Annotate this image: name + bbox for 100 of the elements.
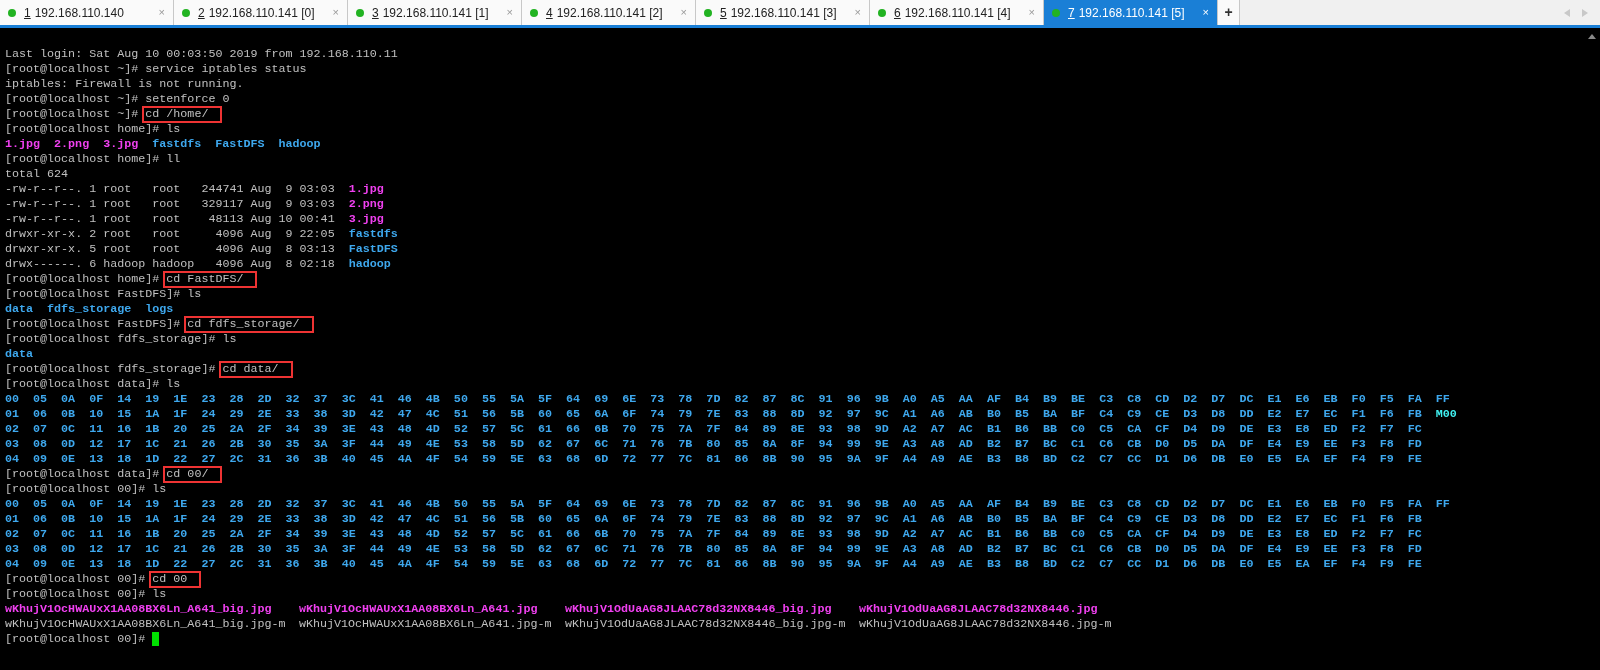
session-tab[interactable]: 3 192.168.110.141 [1] × (348, 0, 522, 25)
file-name: 04 09 0E 13 18 1D 22 27 2C 31 36 3B 40 45 4A 4F 54 59 5E 63 68 6D 72 77 7C 81 86 8B 90 95 9A 9F A4 A9 AE B3 B8 BD C2 C7 CC D1 D6 DB E0 E5 EA EF F4 F9 FE (5, 557, 1422, 571)
shell-command: cd 00/ (163, 466, 223, 483)
close-button[interactable]: × (506, 4, 513, 21)
file-name: 02 07 0C 11 16 1B 20 25 2A 2F 34 39 3E 43 48 4D 52 57 5C 61 66 6B 70 75 7A 7F 84 89 8E 93 98 9D A2 A7 AC B1 B6 BB C0 C5 CA CF D4 D9 DE E3 E8 ED F2 F7 FC (5, 422, 1422, 436)
session-tab[interactable]: 6 192.168.110.141 [4] × (870, 0, 1044, 25)
shell-prompt: [root@localhost ~]# (5, 107, 140, 122)
file-name: hadoop (348, 257, 391, 271)
terminal-text: -rw-r--r--. 1 root root 48113 Aug 10 00:41 (5, 212, 335, 226)
close-button[interactable]: × (332, 4, 339, 21)
tab-title: 192.168.110.141 [0] (208, 4, 316, 22)
file-name: FastDFS (348, 242, 398, 256)
file-name: fdfs_storage (47, 302, 132, 316)
shell-prompt: [root@localhost 00]# (5, 587, 147, 602)
file-name: 04 09 0E 13 18 1D 22 27 2C 31 36 3B 40 45 4A 4F 54 59 5E 63 68 6D 72 77 7C 81 86 8B 90 95 9A 9F A4 A9 AE B3 B8 BD C2 C7 CC D1 D6 DB E0 E5 EA EF F4 F9 FE (5, 452, 1422, 466)
shell-command: ls (222, 332, 237, 347)
file-name: wKhujV1OcHWAUxX1AA08BX6Ln_A641.jpg (299, 602, 538, 616)
file-name: M00 (1435, 407, 1457, 421)
tab-number: 7 (1068, 4, 1075, 22)
session-tab[interactable]: 4 192.168.110.141 [2] × (522, 0, 696, 25)
tab-number: 3 (372, 4, 379, 22)
shell-command: ll (166, 152, 181, 167)
shell-command: ls (152, 587, 167, 602)
shell-prompt: [root@localhost home]# (5, 272, 161, 287)
shell-command: cd 00 (149, 571, 202, 588)
terminal-text: total 624 (5, 167, 69, 181)
new-tab-button[interactable]: + (1218, 0, 1240, 25)
tab-number: 5 (720, 4, 727, 22)
shell-command: ls (187, 287, 202, 302)
shell-prompt: [root@localhost FastDFS]# (5, 287, 182, 302)
shell-prompt: [root@localhost 00]# (5, 482, 147, 497)
file-name: 01 06 0B 10 15 1A 1F 24 29 2E 33 38 3D 42 47 4C 51 56 5B 60 65 6A 6F 74 79 7E 83 88 8D 92 97 9C A1 A6 AB B0 B5 BA BF C4 C9 CE D3 D8 DD E2 E7 EC F1 F6 FB (5, 407, 1422, 421)
shell-prompt: [root@localhost fdfs_storage]# (5, 332, 217, 347)
shell-prompt: [root@localhost fdfs_storage]# (5, 362, 217, 377)
file-name: 2.png (348, 197, 384, 211)
tab-number: 1 (24, 4, 31, 22)
file-name: 3.jpg (348, 212, 384, 226)
scroll-up-icon[interactable] (1587, 34, 1596, 39)
close-button[interactable]: × (680, 4, 687, 21)
shell-prompt: [root@localhost ~]# (5, 62, 140, 77)
shell-command: ls (166, 122, 181, 137)
terminal-text: Last login: Sat Aug 10 00:03:50 2019 from 192.168.110.11 (5, 47, 398, 61)
file-name: data (5, 347, 34, 361)
tab-title: 192.168.110.141 [1] (382, 4, 490, 22)
tab-number: 2 (198, 4, 205, 22)
terminal-text: wKhujV1OcHWAUxX1AA08BX6Ln_A641_big.jpg-m (5, 617, 286, 631)
file-name: FastDFS (215, 137, 265, 151)
close-button[interactable]: × (1202, 4, 1209, 21)
tab-title: 192.168.110.141 [2] (556, 4, 664, 22)
terminal-text: wKhujV1OdUaAG8JLAAC78d32NX8446.jpg-m (859, 617, 1112, 631)
file-name: 2.png (54, 137, 90, 151)
file-name: 1.jpg (5, 137, 41, 151)
close-button[interactable]: × (158, 4, 165, 21)
shell-command: setenforce 0 (145, 92, 230, 107)
tab-title: 192.168.110.140 (34, 4, 125, 22)
tab-number: 4 (546, 4, 553, 22)
terminal-text: wKhujV1OdUaAG8JLAAC78d32NX8446_big.jpg-m (565, 617, 846, 631)
file-name: hadoop (278, 137, 321, 151)
shell-command: ls (166, 377, 181, 392)
file-name: 01 06 0B 10 15 1A 1F 24 29 2E 33 38 3D 42 47 4C 51 56 5B 60 65 6A 6F 74 79 7E 83 88 8D 92 97 9C A1 A6 AB B0 B5 BA BF C4 C9 CE D3 D8 DD E2 E7 EC F1 F6 FB (5, 512, 1422, 526)
tab-title: 192.168.110.141 [5] (1078, 4, 1186, 22)
shell-prompt: [root@localhost data]# (5, 377, 161, 392)
session-tab[interactable]: 7 192.168.110.141 [5] × (1044, 0, 1218, 25)
shell-prompt: [root@localhost home]# (5, 152, 161, 167)
file-name: data (5, 302, 34, 316)
shell-command: cd data/ (219, 361, 293, 378)
file-name: 1.jpg (348, 182, 384, 196)
file-name: wKhujV1OcHWAUxX1AA08BX6Ln_A641_big.jpg (5, 602, 272, 616)
terminal-text: drwx------. 6 hadoop hadoop 4096 Aug 8 02:18 (5, 257, 335, 271)
shell-command: cd /home/ (142, 106, 223, 123)
file-name: wKhujV1OdUaAG8JLAAC78d32NX8446.jpg (859, 602, 1098, 616)
shell-prompt: [root@localhost ~]# (5, 92, 140, 107)
tab-number: 6 (894, 4, 901, 22)
file-name: fastdfs (348, 227, 398, 241)
file-name: 3.jpg (103, 137, 139, 151)
shell-command: service iptables status (145, 62, 307, 77)
tab-title: 192.168.110.141 [4] (904, 4, 1012, 22)
session-tab[interactable]: 5 192.168.110.141 [3] × (696, 0, 870, 25)
shell-prompt: [root@localhost home]# (5, 122, 161, 137)
terminal-text: -rw-r--r--. 1 root root 244741 Aug 9 03:03 (5, 182, 335, 196)
terminal-text: drwxr-xr-x. 2 root root 4096 Aug 9 22:05 (5, 227, 335, 241)
shell-prompt: [root@localhost FastDFS]# (5, 317, 182, 332)
terminal-text: wKhujV1OcHWAUxX1AA08BX6Ln_A641.jpg-m (299, 617, 552, 631)
file-name: 03 08 0D 12 17 1C 21 26 2B 30 35 3A 3F 44 49 4E 53 58 5D 62 67 6C 71 76 7B 80 85 8A 8F 94 99 9E A3 A8 AD B2 B7 BC C1 C6 CB D0 D5 DA DF E4 E9 EE F3 F8 FD (5, 437, 1422, 451)
text-cursor (152, 632, 160, 646)
file-name: 00 05 0A 0F 14 19 1E 23 28 2D 32 37 3C 41 46 4B 50 55 5A 5F 64 69 6E 73 78 7D 82 87 8C 91 96 9B A0 A5 AA AF B4 B9 BE C3 C8 CD D2 D7 DC E1 E6 EB F0 F5 FA FF (5, 497, 1450, 511)
shell-prompt: [root@localhost 00]# (5, 572, 147, 587)
terminal-text: iptables: Firewall is not running. (5, 77, 244, 91)
terminal-text: -rw-r--r--. 1 root root 329117 Aug 9 03:03 (5, 197, 335, 211)
file-name: logs (145, 302, 174, 316)
close-button[interactable]: × (1028, 4, 1035, 21)
session-tab[interactable]: 1 192.168.110.140 × (0, 0, 174, 25)
file-name: fastdfs (152, 137, 202, 151)
close-button[interactable]: × (854, 4, 861, 21)
file-name: 00 05 0A 0F 14 19 1E 23 28 2D 32 37 3C 41 46 4B 50 55 5A 5F 64 69 6E 73 78 7D 82 87 8C 91 96 9B A0 A5 AA AF B4 B9 BE C3 C8 CD D2 D7 DC E1 E6 EB F0 F5 FA FF (5, 392, 1450, 406)
file-name: 02 07 0C 11 16 1B 20 25 2A 2F 34 39 3E 43 48 4D 52 57 5C 61 66 6B 70 75 7A 7F 84 89 8E 93 98 9D A2 A7 AC B1 B6 BB C0 C5 CA CF D4 D9 DE E3 E8 ED F2 F7 FC (5, 527, 1422, 541)
file-name: 03 08 0D 12 17 1C 21 26 2B 30 35 3A 3F 44 49 4E 53 58 5D 62 67 6C 71 76 7B 80 85 8A 8F 94 99 9E A3 A8 AD B2 B7 BC C1 C6 CB D0 D5 DA DF E4 E9 EE F3 F8 FD (5, 542, 1422, 556)
shell-command: cd fdfs_storage/ (184, 316, 314, 333)
session-tab[interactable]: 2 192.168.110.141 [0] × (174, 0, 348, 25)
file-name: wKhujV1OdUaAG8JLAAC78d32NX8446_big.jpg (565, 602, 832, 616)
